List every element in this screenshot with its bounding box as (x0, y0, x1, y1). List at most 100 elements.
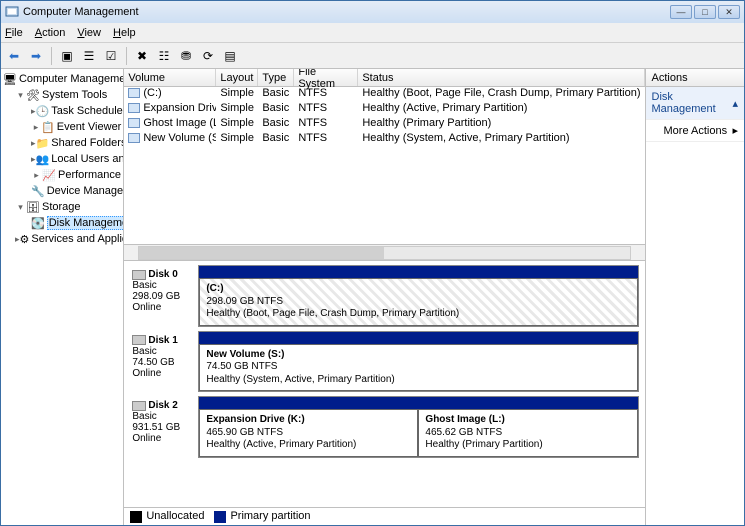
disk-icon (132, 270, 146, 280)
volume-row[interactable]: Expansion Drive (K:)SimpleBasicNTFSHealt… (124, 102, 644, 117)
actions-pane: Actions Disk Management▴ More Actions▸ (646, 69, 745, 525)
disk-layout: Expansion Drive (K:)465.90 GB NTFSHealth… (198, 396, 638, 458)
volume-type: Basic (258, 87, 294, 102)
tree-services-apps[interactable]: ▸⚙Services and Applications (3, 231, 121, 247)
partition-status: Healthy (Active, Primary Partition) (206, 439, 411, 452)
chevron-right-icon: ▸ (732, 124, 738, 137)
tree-performance[interactable]: ▸📈Performance (3, 167, 121, 183)
tree-system-tools[interactable]: ▾🛠System Tools (3, 87, 121, 103)
up-button[interactable]: ▣ (58, 47, 76, 65)
close-button[interactable]: ✕ (718, 5, 740, 19)
col-status[interactable]: Status (358, 69, 644, 86)
volume-row[interactable]: New Volume (S:)SimpleBasicNTFSHealthy (S… (124, 132, 644, 147)
disk-type: Basic (132, 411, 196, 422)
disk-layout: New Volume (S:)74.50 GB NTFSHealthy (Sys… (198, 331, 638, 393)
actions-section[interactable]: Disk Management▴ (646, 87, 745, 120)
disk-title: Disk 0 (148, 269, 177, 280)
volume-status: Healthy (Primary Partition) (358, 117, 644, 132)
window-title: Computer Management (23, 6, 670, 18)
list-icon[interactable]: ▤ (221, 47, 239, 65)
tree-disk-management[interactable]: 💽Disk Management (3, 215, 121, 231)
volume-icon (128, 88, 140, 98)
actions-more[interactable]: More Actions▸ (646, 120, 745, 142)
partition-status: Healthy (Primary Partition) (425, 439, 630, 452)
partition-size: 465.90 GB NTFS (206, 427, 411, 440)
toolbar: ⬅ ➡ ▣ ☰ ☑ ✖ ☷ ⛃ ⟳ ▤ (1, 43, 744, 69)
tree-storage[interactable]: ▾🗄Storage (3, 199, 121, 215)
legend-primary: Primary partition (230, 510, 310, 522)
tree-shared-folders[interactable]: ▸📁Shared Folders (3, 135, 121, 151)
disk-row[interactable]: Disk 1Basic74.50 GBOnlineNew Volume (S:)… (130, 331, 638, 393)
disk-state: Online (132, 433, 196, 444)
disk-title: Disk 2 (148, 400, 177, 411)
menu-help[interactable]: Help (113, 27, 136, 39)
volume-fs: NTFS (294, 132, 358, 147)
disk-row[interactable]: Disk 0Basic298.09 GBOnline(C:)298.09 GB … (130, 265, 638, 327)
legend-unallocated: Unallocated (146, 510, 204, 522)
settings-icon[interactable]: ☷ (155, 47, 173, 65)
partition[interactable]: New Volume (S:)74.50 GB NTFSHealthy (Sys… (199, 344, 637, 392)
disk-header-bar (199, 397, 637, 409)
volume-type: Basic (258, 117, 294, 132)
delete-icon[interactable]: ✖ (133, 47, 151, 65)
partition-size: 74.50 GB NTFS (206, 361, 630, 374)
disk-info: Disk 0Basic298.09 GBOnline (130, 265, 198, 327)
partition-name: (C:) (206, 283, 630, 296)
drive-icon[interactable]: ⛃ (177, 47, 195, 65)
center-panel: Volume Layout Type File System Status (C… (124, 69, 645, 525)
collapse-icon: ▴ (732, 97, 738, 110)
disk-size: 74.50 GB (132, 357, 196, 368)
partition-name: Expansion Drive (K:) (206, 414, 411, 427)
partition[interactable]: Expansion Drive (K:)465.90 GB NTFSHealth… (199, 409, 418, 457)
volume-fs: NTFS (294, 102, 358, 117)
disk-graphical-view[interactable]: Disk 0Basic298.09 GBOnline(C:)298.09 GB … (124, 261, 644, 507)
tree-task-scheduler[interactable]: ▸🕒Task Scheduler (3, 103, 121, 119)
titlebar[interactable]: Computer Management — □ ✕ (1, 1, 744, 23)
col-type[interactable]: Type (258, 69, 294, 86)
disk-icon (132, 335, 146, 345)
disk-state: Online (132, 368, 196, 379)
actions-header: Actions (646, 69, 745, 87)
volume-status: Healthy (Active, Primary Partition) (358, 102, 644, 117)
refresh-icon[interactable]: ⟳ (199, 47, 217, 65)
partition[interactable]: (C:)298.09 GB NTFSHealthy (Boot, Page Fi… (199, 278, 637, 326)
volume-row[interactable]: (C:)SimpleBasicNTFSHealthy (Boot, Page F… (124, 87, 644, 102)
col-volume[interactable]: Volume (124, 69, 216, 86)
menu-file[interactable]: File (5, 27, 23, 39)
volume-row[interactable]: Ghost Image (L:)SimpleBasicNTFSHealthy (… (124, 117, 644, 132)
menu-action[interactable]: Action (35, 27, 66, 39)
properties-button[interactable]: ☑ (102, 47, 120, 65)
volume-layout: Simple (216, 132, 258, 147)
disk-title: Disk 1 (148, 335, 177, 346)
disk-size: 931.51 GB (132, 422, 196, 433)
minimize-button[interactable]: — (670, 5, 692, 19)
tree-root[interactable]: 🖥Computer Management (Local) (3, 71, 121, 87)
volume-status: Healthy (Boot, Page File, Crash Dump, Pr… (358, 87, 644, 102)
tree-local-users[interactable]: ▸👥Local Users and Groups (3, 151, 121, 167)
app-window: Computer Management — □ ✕ File Action Vi… (0, 0, 745, 526)
partition[interactable]: Ghost Image (L:)465.62 GB NTFSHealthy (P… (418, 409, 637, 457)
menu-view[interactable]: View (77, 27, 101, 39)
volume-name: Expansion Drive (K:) (143, 102, 216, 114)
disk-row[interactable]: Disk 2Basic931.51 GBOnlineExpansion Driv… (130, 396, 638, 458)
col-layout[interactable]: Layout (216, 69, 258, 86)
tree-device-manager[interactable]: 🔧Device Manager (3, 183, 121, 199)
app-icon (5, 5, 19, 19)
disk-layout: (C:)298.09 GB NTFSHealthy (Boot, Page Fi… (198, 265, 638, 327)
col-filesystem[interactable]: File System (294, 69, 358, 86)
list-hscroll[interactable] (124, 244, 644, 260)
disk-state: Online (132, 302, 196, 313)
back-button[interactable]: ⬅ (5, 47, 23, 65)
disk-size: 298.09 GB (132, 291, 196, 302)
nav-tree[interactable]: 🖥Computer Management (Local) ▾🛠System To… (1, 69, 124, 525)
volume-list-header[interactable]: Volume Layout Type File System Status (124, 69, 644, 87)
volume-list[interactable]: Volume Layout Type File System Status (C… (124, 69, 644, 261)
maximize-button[interactable]: □ (694, 5, 716, 19)
partition-name: New Volume (S:) (206, 349, 630, 362)
volume-icon (128, 118, 140, 128)
volume-name: New Volume (S:) (143, 132, 216, 144)
tree-event-viewer[interactable]: ▸📋Event Viewer (3, 119, 121, 135)
disk-type: Basic (132, 280, 196, 291)
forward-button[interactable]: ➡ (27, 47, 45, 65)
show-hide-button[interactable]: ☰ (80, 47, 98, 65)
